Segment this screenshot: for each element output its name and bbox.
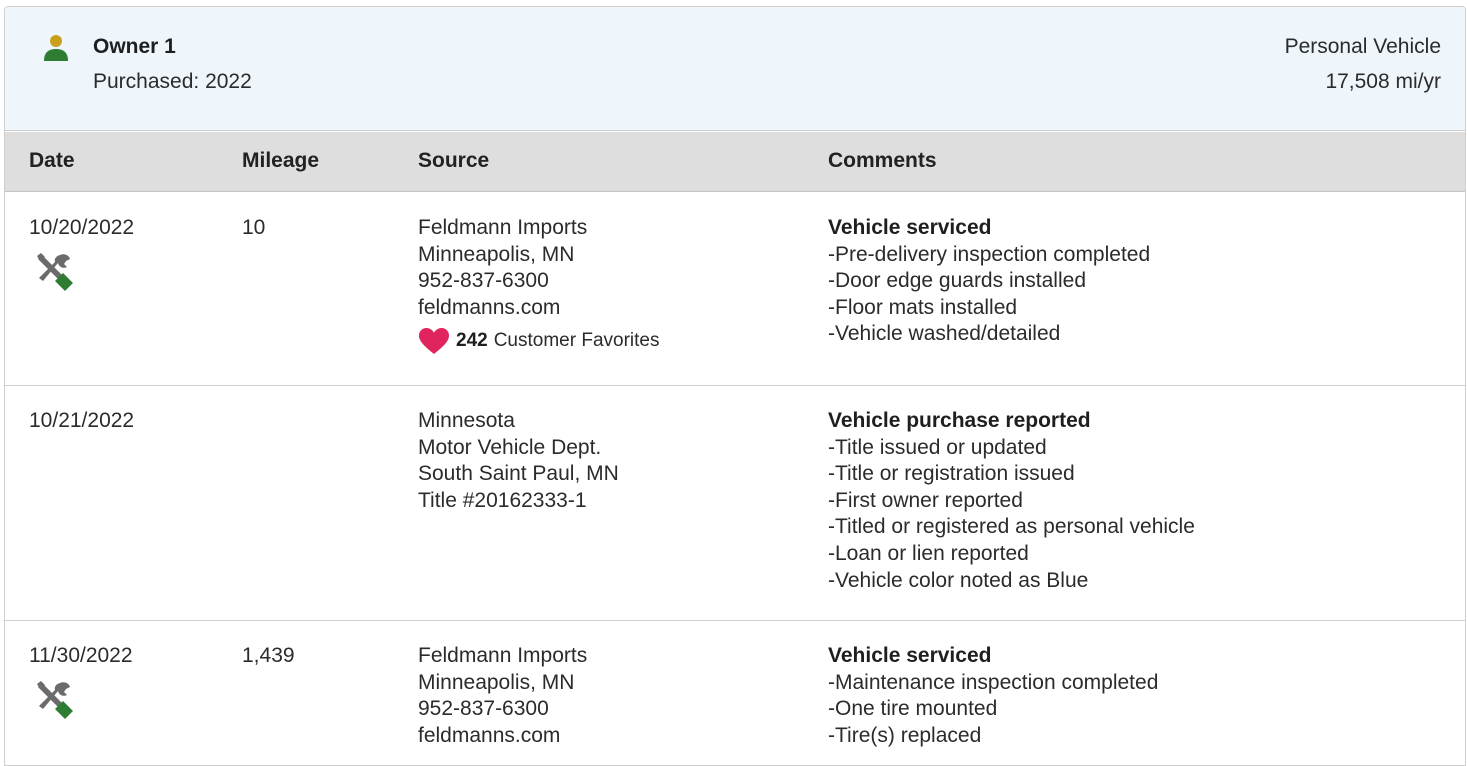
row-comments: Vehicle serviced Maintenance inspection … bbox=[828, 643, 1158, 749]
table-row: 10/20/2022 10 Feldmann Imports Minneapol… bbox=[5, 193, 1465, 386]
owner-vehicle-use: Personal Vehicle bbox=[1284, 35, 1441, 58]
owner-history-card: Owner 1 Purchased: 2022 Personal Vehicle… bbox=[4, 6, 1466, 766]
source-name: Feldmann Imports bbox=[418, 216, 588, 239]
favorites-label: Customer Favorites bbox=[493, 330, 660, 352]
source-name: Minnesota bbox=[418, 409, 515, 432]
owner-name: Owner 1 bbox=[93, 35, 176, 58]
comment-item: Loan or lien reported bbox=[828, 541, 1195, 568]
heart-icon bbox=[419, 328, 449, 355]
comment-item: Pre-delivery inspection completed bbox=[828, 242, 1150, 269]
source-location: Minneapolis, MN bbox=[418, 242, 575, 266]
row-comments: Vehicle serviced Pre-delivery inspection… bbox=[828, 215, 1150, 348]
source-phone[interactable]: 952-837-6300 bbox=[418, 696, 587, 723]
comment-item: Vehicle washed/detailed bbox=[828, 321, 1150, 348]
header-mileage: Mileage bbox=[242, 149, 320, 172]
comment-item: One tire mounted bbox=[828, 696, 1158, 723]
row-date: 11/30/2022 bbox=[29, 644, 133, 667]
row-date: 10/20/2022 bbox=[29, 216, 135, 239]
comment-item: First owner reported bbox=[828, 488, 1195, 515]
header-comments: Comments bbox=[828, 149, 937, 172]
favorites-count: 242 bbox=[456, 330, 488, 352]
comment-item: Door edge guards installed bbox=[828, 268, 1150, 295]
table-row: 10/21/2022 Minnesota Motor Vehicle Dept.… bbox=[5, 386, 1465, 621]
comment-item: Maintenance inspection completed bbox=[828, 670, 1158, 697]
source-location: South Saint Paul, MN bbox=[418, 462, 619, 486]
row-source: Minnesota Motor Vehicle Dept. South Sain… bbox=[418, 408, 619, 514]
table-row: 11/30/2022 1,439 Feldmann Imports Minnea… bbox=[5, 621, 1465, 765]
header-date: Date bbox=[29, 149, 75, 172]
source-phone[interactable]: 952-837-6300 bbox=[418, 268, 659, 295]
source-name: Feldmann Imports bbox=[418, 644, 588, 667]
comment-item: Title issued or updated bbox=[828, 435, 1195, 462]
person-icon bbox=[44, 35, 68, 61]
customer-favorites: 242 Customer Favorites bbox=[418, 327, 659, 355]
table-header: Date Mileage Source Comments bbox=[5, 132, 1465, 192]
comment-item: Title or registration issued bbox=[828, 461, 1195, 488]
comment-title: Vehicle serviced bbox=[828, 216, 992, 239]
row-comments: Vehicle purchase reported Title issued o… bbox=[828, 408, 1195, 594]
row-source: Feldmann Imports Minneapolis, MN 952-837… bbox=[418, 215, 659, 355]
source-website-link[interactable]: feldmanns.com bbox=[418, 295, 659, 322]
comment-title: Vehicle purchase reported bbox=[828, 409, 1091, 432]
comment-item: Titled or registered as personal vehicle bbox=[828, 514, 1195, 541]
source-location: Minneapolis, MN bbox=[418, 670, 575, 694]
comment-item: Tire(s) replaced bbox=[828, 723, 1158, 750]
row-mileage: 10 bbox=[242, 216, 266, 239]
header-source: Source bbox=[418, 149, 490, 172]
owner-purchased: Purchased: 2022 bbox=[93, 70, 252, 93]
source-title-number: Title #20162333-1 bbox=[418, 488, 587, 512]
comment-item: Vehicle color noted as Blue bbox=[828, 568, 1195, 595]
owner-header: Owner 1 Purchased: 2022 Personal Vehicle… bbox=[5, 7, 1465, 131]
source-website-link[interactable]: feldmanns.com bbox=[418, 723, 587, 750]
owner-miles-per-year: 17,508 mi/yr bbox=[1325, 70, 1441, 93]
row-source: Feldmann Imports Minneapolis, MN 952-837… bbox=[418, 643, 587, 749]
comment-item: Floor mats installed bbox=[828, 295, 1150, 322]
source-agency: Motor Vehicle Dept. bbox=[418, 435, 602, 459]
service-tools-icon bbox=[37, 253, 73, 291]
comment-title: Vehicle serviced bbox=[828, 644, 992, 667]
row-date: 10/21/2022 bbox=[29, 409, 135, 432]
service-tools-icon bbox=[37, 681, 73, 719]
row-mileage: 1,439 bbox=[242, 644, 295, 667]
